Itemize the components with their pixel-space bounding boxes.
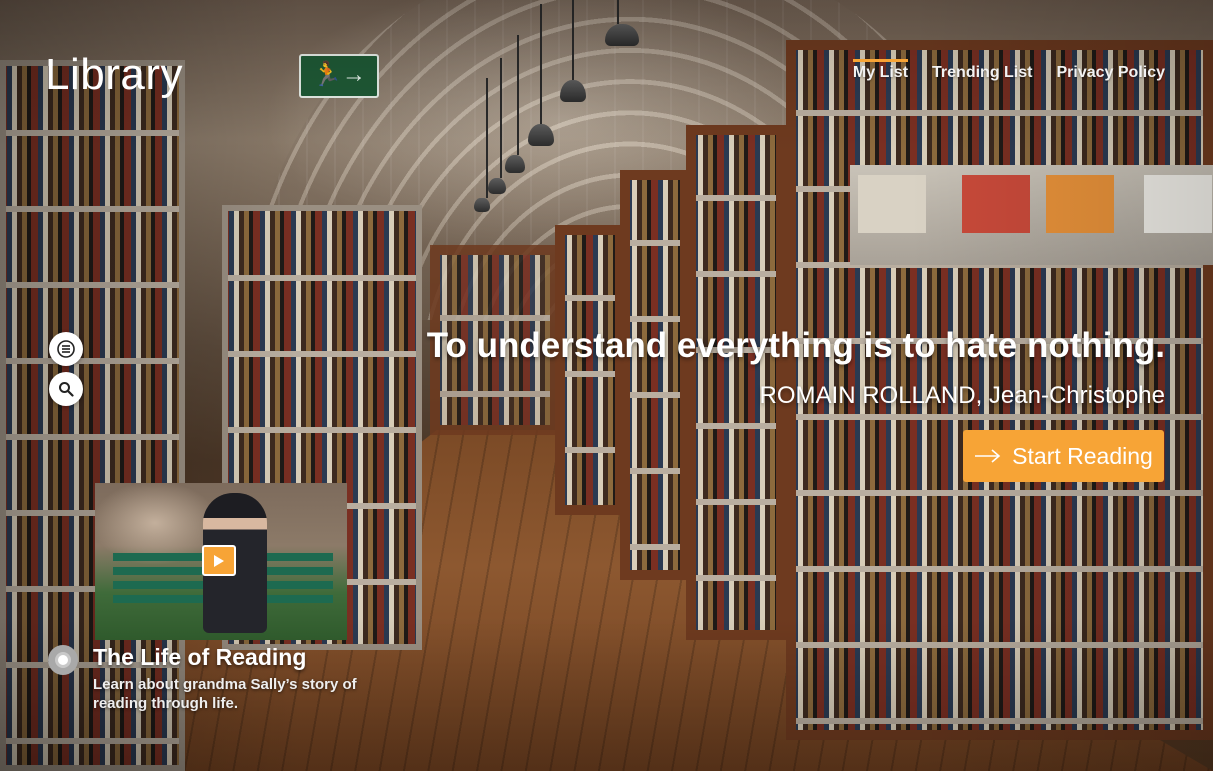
feature-title[interactable]: The Life of Reading bbox=[93, 644, 306, 671]
play-icon bbox=[214, 554, 224, 567]
brand-logo[interactable]: Library bbox=[45, 50, 183, 100]
video-thumbnail[interactable] bbox=[95, 483, 347, 640]
play-button[interactable] bbox=[202, 545, 236, 576]
nav-privacy-policy[interactable]: Privacy Policy bbox=[1056, 64, 1165, 88]
top-nav: My List Trending List Privacy Policy bbox=[852, 59, 1165, 88]
quote-attribution: ROMAIN ROLLAND, Jean-Christophe bbox=[759, 382, 1165, 409]
dot-inner bbox=[55, 652, 71, 668]
nav-trending-list[interactable]: Trending List bbox=[932, 64, 1032, 88]
hero-quote: To understand everything is to hate noth… bbox=[426, 326, 1165, 365]
feature-description: Learn about grandma Sally’s story of rea… bbox=[93, 676, 357, 712]
menu-button[interactable] bbox=[49, 332, 83, 366]
feature-indicator-dot[interactable] bbox=[48, 645, 78, 675]
start-reading-button[interactable]: Start Reading bbox=[963, 430, 1164, 482]
search-icon bbox=[59, 382, 74, 397]
nav-my-list[interactable]: My List bbox=[852, 59, 909, 88]
arrow-right-icon bbox=[975, 449, 1001, 463]
search-button[interactable] bbox=[49, 372, 83, 406]
start-reading-label: Start Reading bbox=[1012, 442, 1153, 469]
menu-icon bbox=[57, 340, 75, 358]
